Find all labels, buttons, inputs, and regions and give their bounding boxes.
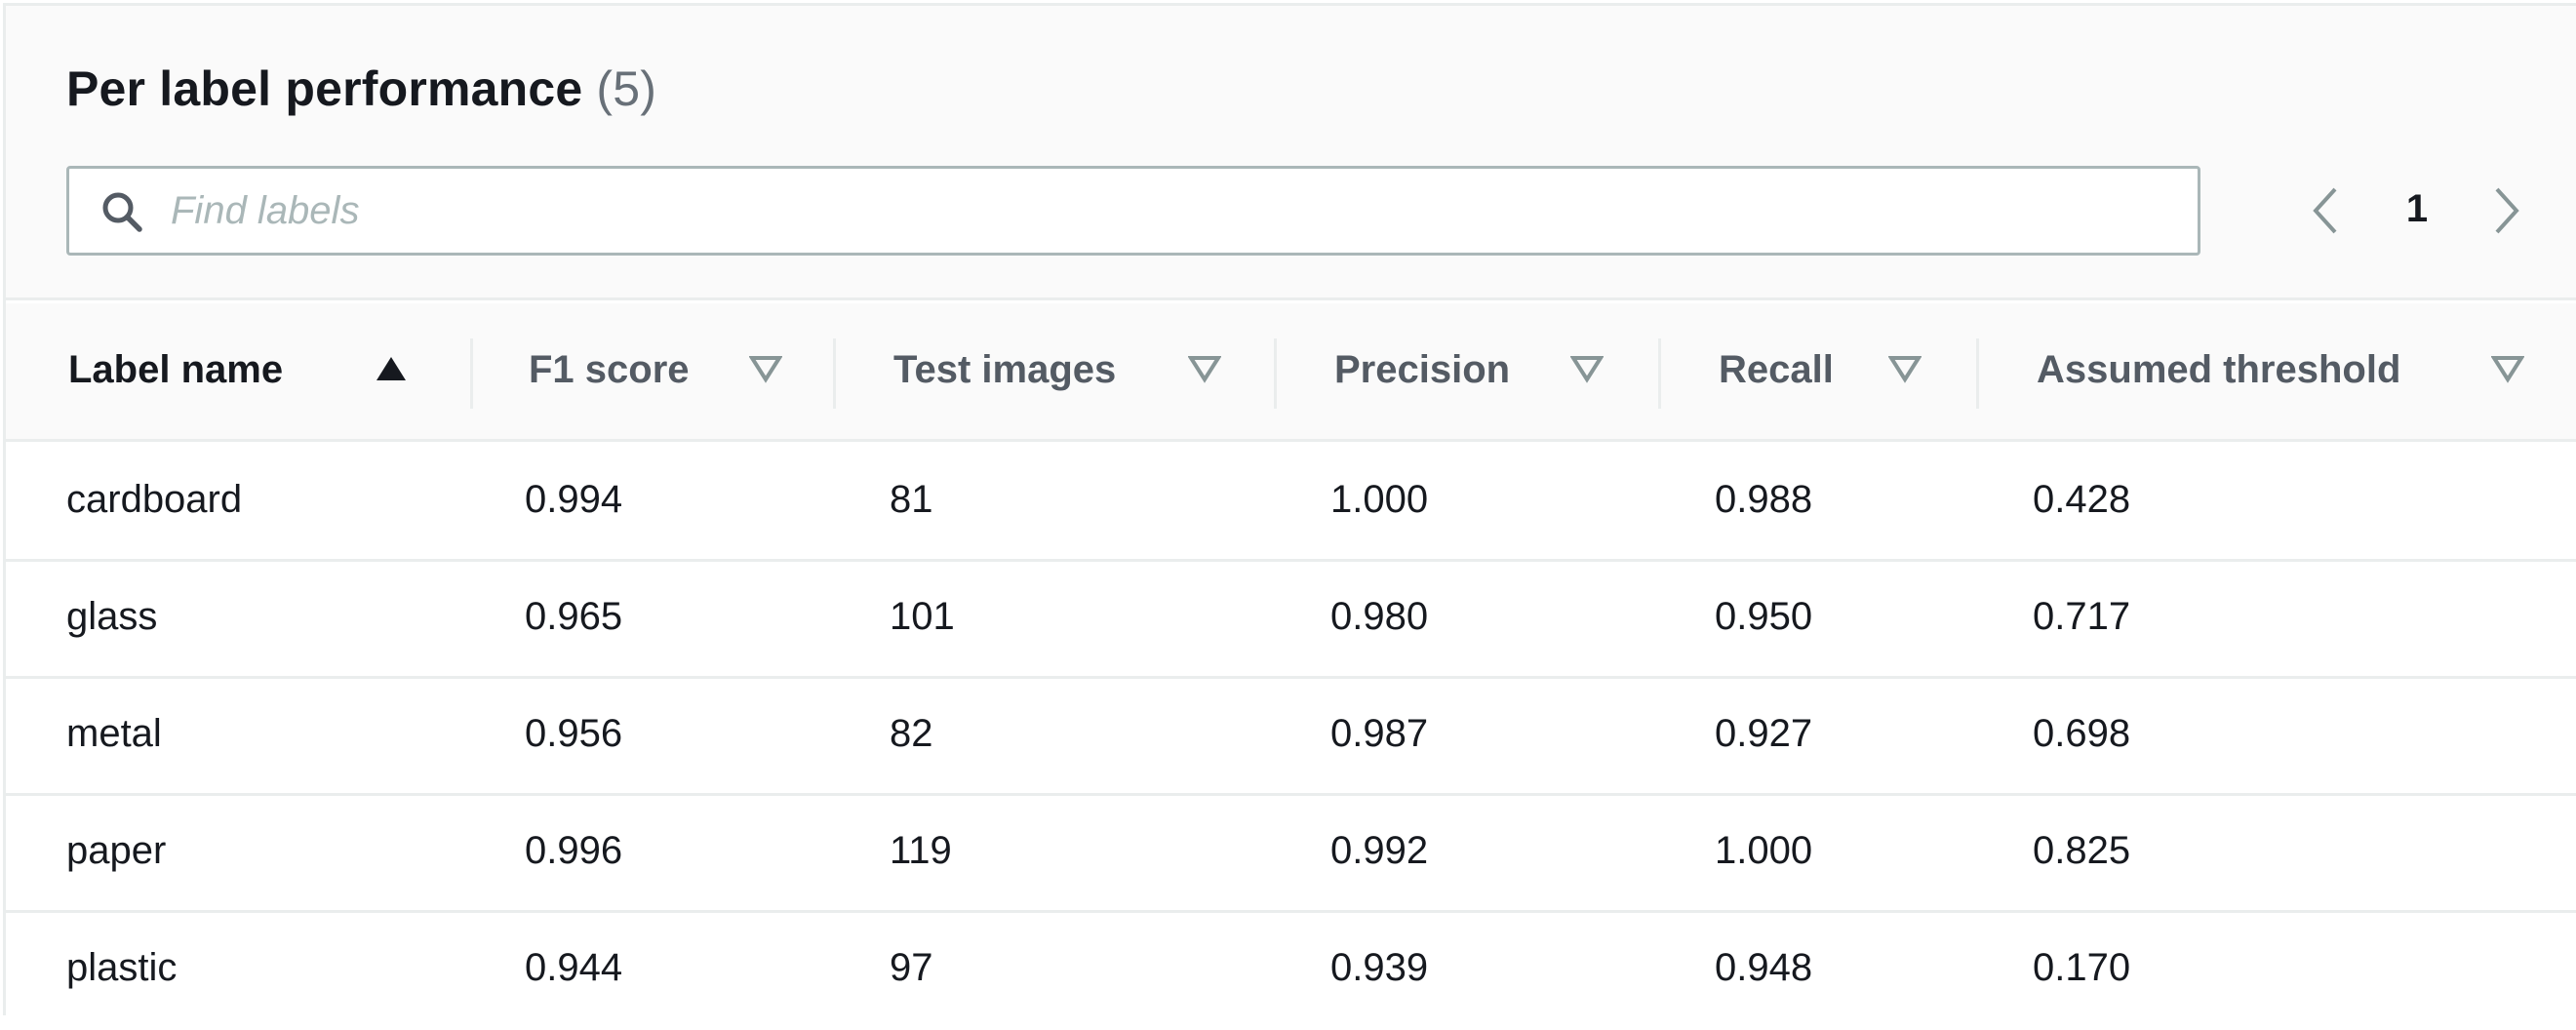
column-divider[interactable]	[470, 338, 473, 409]
column-header-label: Recall	[1719, 348, 1834, 391]
sort-ascending-icon[interactable]	[375, 354, 408, 383]
cell-precision: 0.987	[1330, 712, 1429, 755]
column-header-f1-score[interactable]: F1 score	[470, 303, 833, 442]
sort-icon[interactable]	[1888, 354, 1922, 383]
table-row: cardboard 0.994 81 1.000 0.988 0.428	[6, 445, 2576, 562]
chevron-left-icon[interactable]	[2306, 183, 2345, 238]
cell-label-name: metal	[66, 712, 162, 755]
cell-test-images: 119	[890, 829, 952, 872]
cell-precision: 0.939	[1330, 946, 1429, 989]
column-header-label: Precision	[1334, 348, 1511, 391]
title-count: (5)	[596, 61, 657, 116]
cell-test-images: 101	[890, 595, 955, 638]
column-divider[interactable]	[1658, 338, 1661, 409]
column-header-label-name[interactable]: Label name	[6, 303, 470, 442]
cell-recall: 1.000	[1715, 829, 1813, 872]
cell-test-images: 82	[890, 712, 933, 755]
chevron-right-icon[interactable]	[2487, 183, 2526, 238]
column-header-label: Assumed threshold	[2037, 348, 2401, 391]
sort-icon[interactable]	[2491, 354, 2524, 383]
cell-assumed-threshold: 0.825	[2033, 829, 2131, 872]
cell-assumed-threshold: 0.717	[2033, 595, 2131, 638]
cell-f1-score: 0.956	[525, 712, 623, 755]
column-header-label: F1 score	[529, 348, 690, 391]
cell-f1-score: 0.944	[525, 946, 623, 989]
sort-icon[interactable]	[1188, 354, 1221, 383]
cell-assumed-threshold: 0.428	[2033, 478, 2131, 521]
column-divider[interactable]	[1976, 338, 1979, 409]
table-header: Label name F1 score Test images Precisio…	[6, 303, 2576, 442]
column-header-recall[interactable]: Recall	[1658, 303, 1976, 442]
search-box[interactable]	[66, 166, 2200, 256]
cell-precision: 0.980	[1330, 595, 1429, 638]
table-row: glass 0.965 101 0.980 0.950 0.717	[6, 562, 2576, 679]
cell-assumed-threshold: 0.698	[2033, 712, 2131, 755]
sort-icon[interactable]	[1570, 354, 1604, 383]
per-label-performance-panel: Per label performance(5) 1 Label name F1…	[3, 3, 2576, 1030]
panel-header: Per label performance(5) 1	[6, 6, 2576, 300]
column-header-label: Label name	[68, 348, 284, 391]
column-divider[interactable]	[833, 338, 836, 409]
cell-f1-score: 0.996	[525, 829, 623, 872]
search-input[interactable]	[171, 169, 2170, 253]
cell-test-images: 81	[890, 478, 933, 521]
cell-label-name: paper	[66, 829, 167, 872]
column-header-precision[interactable]: Precision	[1274, 303, 1658, 442]
cell-f1-score: 0.994	[525, 478, 623, 521]
search-icon	[102, 192, 142, 232]
cell-recall: 0.927	[1715, 712, 1813, 755]
cell-test-images: 97	[890, 946, 933, 989]
cell-precision: 1.000	[1330, 478, 1429, 521]
cell-recall: 0.950	[1715, 595, 1813, 638]
cell-label-name: plastic	[66, 946, 178, 989]
title-text: Per label performance	[66, 61, 583, 116]
column-header-assumed-threshold[interactable]: Assumed threshold	[1976, 303, 2576, 442]
cell-f1-score: 0.965	[525, 595, 623, 638]
table-row: plastic 0.944 97 0.939 0.948 0.170	[6, 913, 2576, 1030]
cell-assumed-threshold: 0.170	[2033, 946, 2131, 989]
column-divider[interactable]	[1274, 338, 1277, 409]
cell-recall: 0.988	[1715, 478, 1813, 521]
table-row: paper 0.996 119 0.992 1.000 0.825	[6, 796, 2576, 913]
column-header-label: Test images	[893, 348, 1117, 391]
current-page-number[interactable]: 1	[2396, 187, 2438, 236]
column-header-test-images[interactable]: Test images	[833, 303, 1274, 442]
cell-precision: 0.992	[1330, 829, 1429, 872]
cell-label-name: cardboard	[66, 478, 243, 521]
table-row: metal 0.956 82 0.987 0.927 0.698	[6, 679, 2576, 796]
sort-icon[interactable]	[749, 354, 782, 383]
cell-label-name: glass	[66, 595, 158, 638]
page-title: Per label performance (5)	[66, 60, 656, 117]
cell-recall: 0.948	[1715, 946, 1813, 989]
